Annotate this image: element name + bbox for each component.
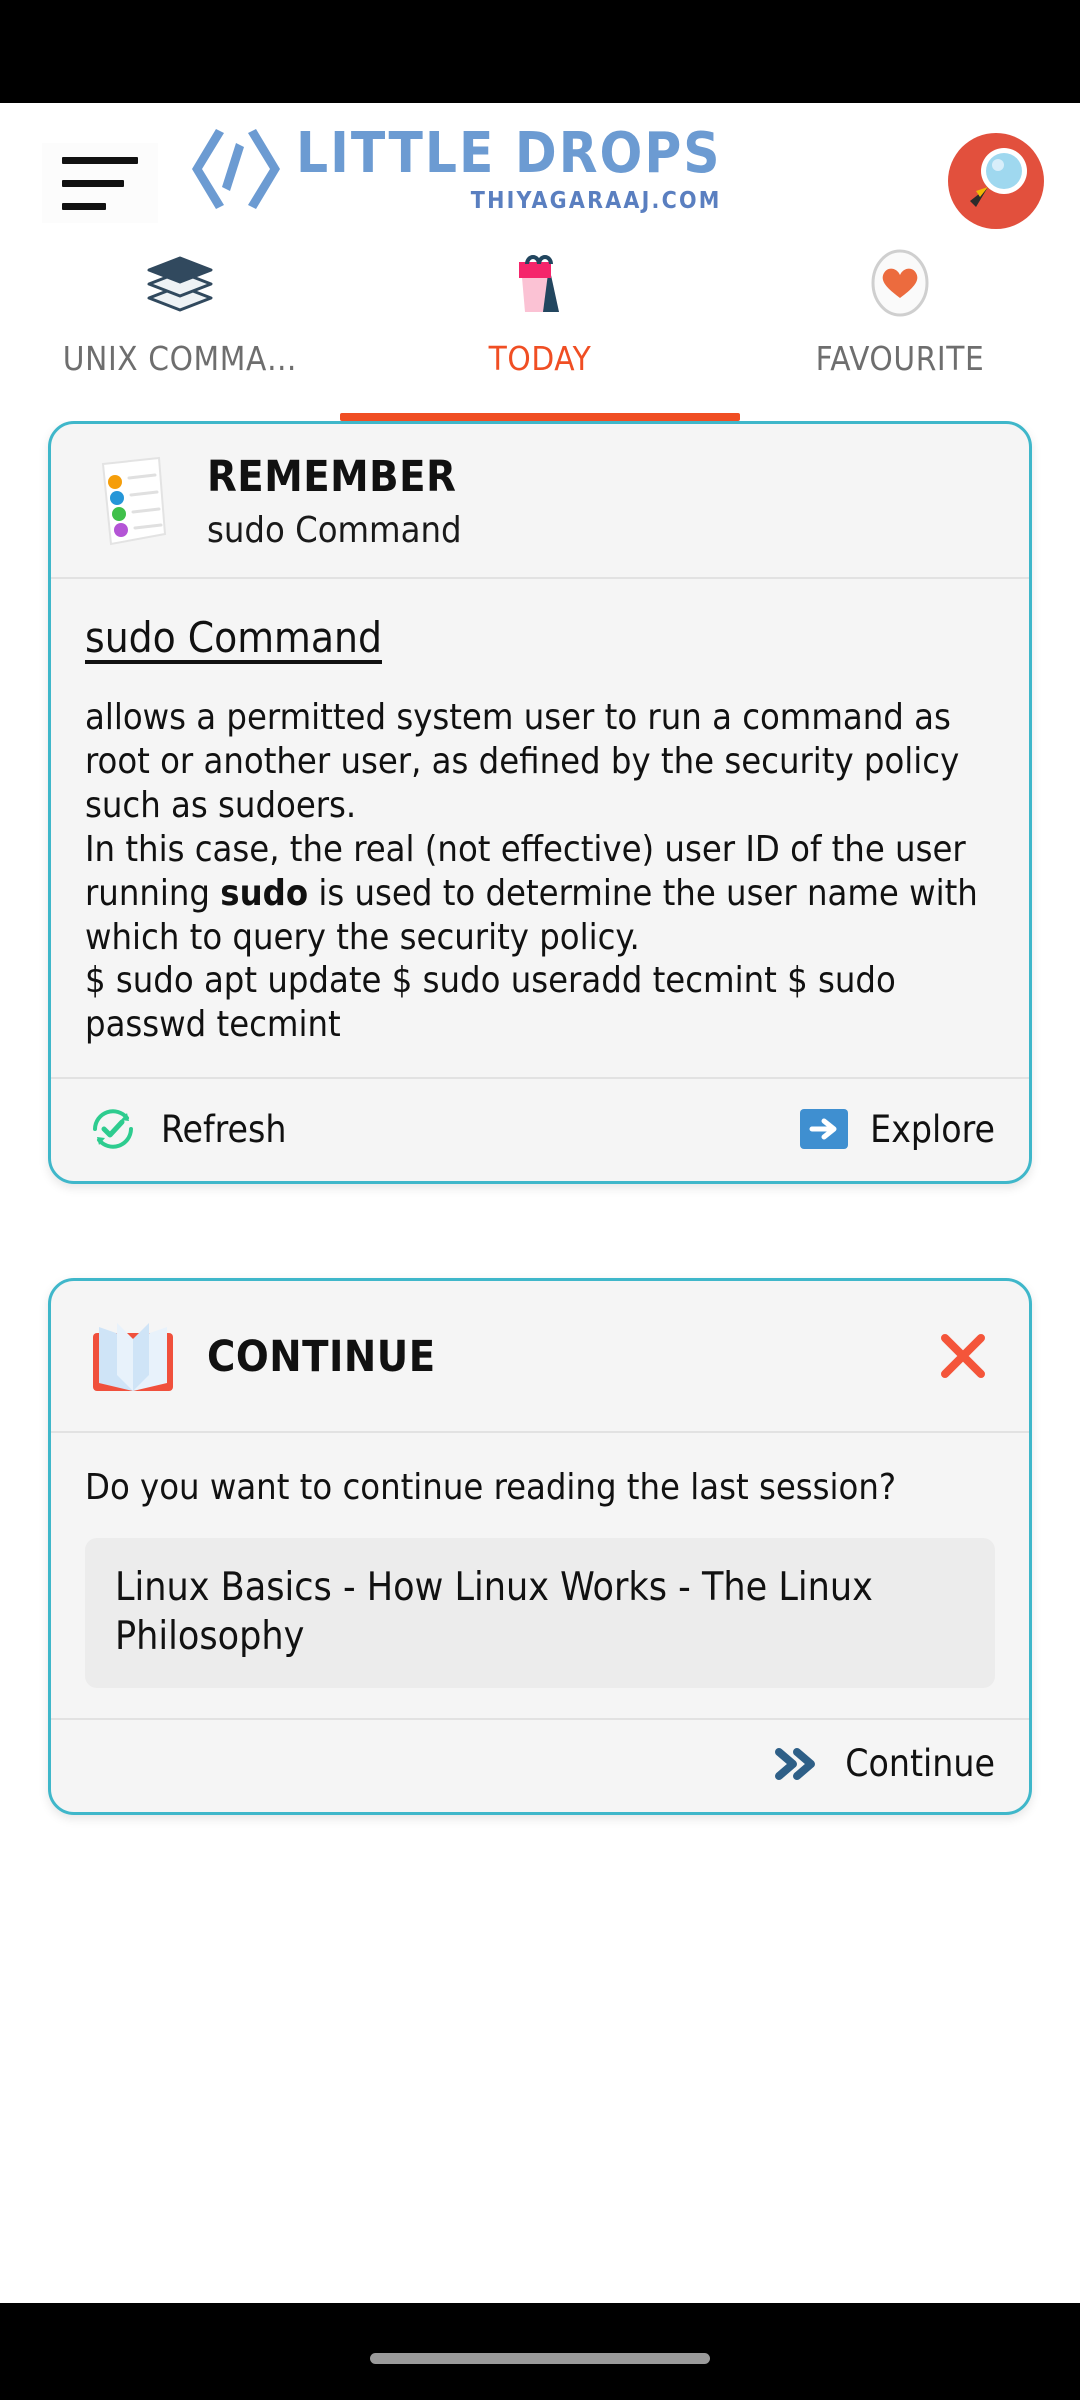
double-chevron-right-icon xyxy=(775,1747,816,1780)
tab-unix-commands[interactable]: UNIX COMMA… xyxy=(0,231,360,421)
remember-card-body: sudo Command allows a permitted system u… xyxy=(51,579,1029,1077)
navigation-bar xyxy=(0,2303,1080,2400)
tab-favourite[interactable]: FAVOURITE xyxy=(720,231,1080,421)
checklist-note-icon xyxy=(85,454,181,550)
tab-label: FAVOURITE xyxy=(815,339,985,378)
body-line-1: allows a permitted system user to run a … xyxy=(85,697,970,826)
remember-body-heading: sudo Command xyxy=(85,613,382,662)
continue-card-title: CONTINUE xyxy=(207,1332,436,1383)
stacked-books-icon xyxy=(137,249,223,317)
app-logo[interactable]: LITTLE DROPS THIYAGARAAJ.COM xyxy=(186,121,722,214)
arrow-right-square-icon xyxy=(800,1109,849,1150)
remember-body-text: allows a permitted system user to run a … xyxy=(85,696,995,1047)
remember-card-actions: Refresh Explore xyxy=(51,1079,1029,1181)
app-container: LITTLE DROPS THIYAGARAAJ.COM UNIX COMMA…… xyxy=(0,103,1080,2303)
continue-label: Continue xyxy=(845,1742,995,1786)
active-tab-indicator xyxy=(340,413,740,421)
close-x-icon[interactable] xyxy=(931,1324,995,1388)
phone-screen: LITTLE DROPS THIYAGARAAJ.COM UNIX COMMA…… xyxy=(0,0,1080,2400)
hamburger-menu-icon[interactable] xyxy=(42,143,158,223)
logo-subtitle: THIYAGARAAJ.COM xyxy=(470,187,722,214)
hamburger-line xyxy=(62,202,106,210)
calendar-bag-icon xyxy=(503,249,577,317)
continue-card-body: Do you want to continue reading the last… xyxy=(51,1433,1029,1718)
explore-label: Explore xyxy=(870,1107,995,1151)
tab-label: UNIX COMMA… xyxy=(62,339,298,378)
tab-today[interactable]: TODAY xyxy=(340,231,740,421)
last-session-title[interactable]: Linux Basics - How Linux Works - The Lin… xyxy=(85,1538,995,1688)
body-line-2-bold: sudo xyxy=(220,872,309,914)
refresh-button[interactable]: Refresh xyxy=(85,1101,286,1157)
hamburger-line xyxy=(62,156,138,164)
continue-button[interactable]: Continue xyxy=(771,1742,995,1786)
continue-card-header: CONTINUE xyxy=(51,1281,1029,1431)
continue-card: CONTINUE Do you want to continue reading… xyxy=(48,1278,1032,1815)
continue-card-actions: Continue xyxy=(51,1720,1029,1812)
remember-card: REMEMBER sudo Command sudo Command allow… xyxy=(48,421,1032,1185)
continue-question: Do you want to continue reading the last… xyxy=(85,1467,897,1509)
home-indicator[interactable] xyxy=(370,2353,710,2364)
magnifier-search-icon[interactable] xyxy=(948,133,1044,229)
explore-button[interactable]: Explore xyxy=(798,1103,995,1155)
tab-label: TODAY xyxy=(488,339,592,378)
heart-oval-icon xyxy=(867,249,933,317)
open-book-icon xyxy=(85,1309,181,1405)
remember-card-title: REMEMBER xyxy=(207,452,457,502)
tab-bar: UNIX COMMA… TODAY FAVOURITE xyxy=(0,231,1080,421)
remember-card-subtitle: sudo Command xyxy=(207,510,462,551)
body-line-3: $ sudo apt update $ sudo useradd tecmint… xyxy=(85,960,907,1046)
code-brackets-logo-icon xyxy=(192,129,280,210)
refresh-label: Refresh xyxy=(161,1107,287,1151)
hamburger-line xyxy=(62,179,124,187)
status-bar xyxy=(0,0,1080,103)
app-header: LITTLE DROPS THIYAGARAAJ.COM xyxy=(0,103,1080,231)
logo-title: LITTLE DROPS xyxy=(296,121,722,186)
remember-card-header: REMEMBER sudo Command xyxy=(51,424,1029,577)
refresh-check-icon xyxy=(93,1109,133,1149)
content-area: REMEMBER sudo Command sudo Command allow… xyxy=(0,421,1080,1815)
